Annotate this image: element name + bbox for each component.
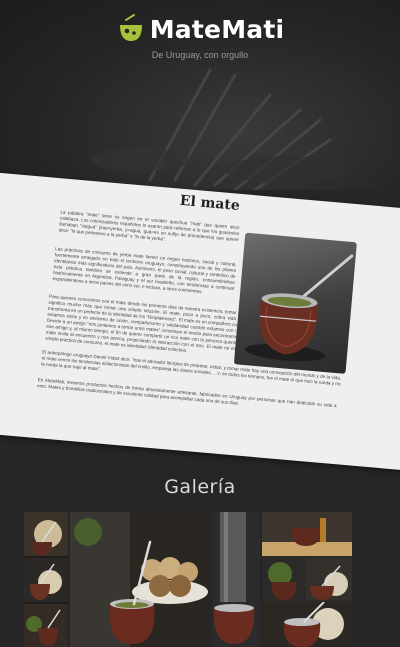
article-paragraph-3: Para quienes convivimos con el mate desd… <box>45 293 249 354</box>
brand-name: MateMati <box>149 14 285 44</box>
article-paragraph-1: La palabra "mate" tiene su origen en el … <box>58 209 240 243</box>
gallery-photo-mate-thermos <box>213 512 255 644</box>
article-section: El mate La palabra "mate" tiene su orige… <box>0 168 400 472</box>
gallery-thumb[interactable] <box>262 602 352 647</box>
gallery-title: Galería <box>164 476 236 498</box>
gallery-column-1[interactable] <box>24 512 68 647</box>
hero-banner: MateMati De Uruguay, con orgullo <box>0 0 400 190</box>
article-paragraph-2: Las prácticas de consumo de yerba mate t… <box>52 246 237 295</box>
mate-cup-logo-icon <box>119 14 142 41</box>
gallery-thumb[interactable] <box>24 558 68 602</box>
gallery-column-3[interactable] <box>212 512 260 647</box>
gallery-thumb[interactable] <box>262 558 304 600</box>
mate-photo <box>233 232 357 374</box>
gallery-thumb[interactable] <box>306 558 352 600</box>
tagline: De Uruguay, con orgullo <box>151 50 249 60</box>
gallery-thumb[interactable] <box>262 512 352 556</box>
gallery-image-large[interactable] <box>70 512 210 647</box>
logo[interactable]: MateMati <box>0 14 400 44</box>
gallery-photo-mate-bread <box>70 512 210 647</box>
gallery-thumb[interactable] <box>24 512 68 556</box>
gallery-thumb[interactable] <box>24 604 68 647</box>
gallery-column-4[interactable] <box>262 512 352 647</box>
